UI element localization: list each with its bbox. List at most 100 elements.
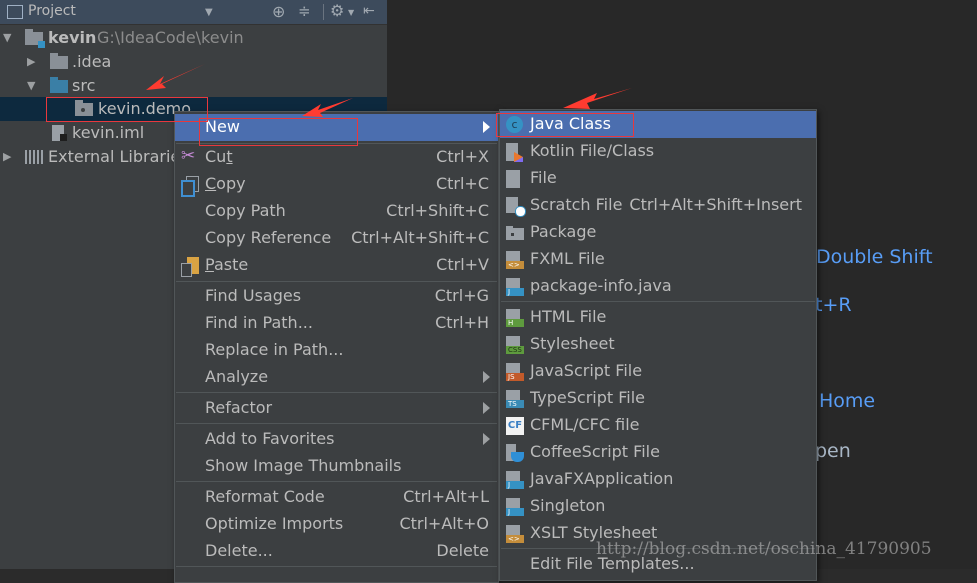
submenu-item-label: TypeScript File: [530, 388, 646, 407]
locate-icon[interactable]: ⊕: [272, 2, 285, 21]
menu-item-shortcut: Ctrl+Alt+L: [403, 487, 489, 506]
menu-item-find-in-path[interactable]: Find in Path... Ctrl+H: [175, 310, 498, 337]
menu-item-paste[interactable]: Paste Ctrl+V: [175, 252, 498, 279]
submenu-item-stylesheet[interactable]: CSS Stylesheet: [500, 331, 816, 358]
submenu-item-label: CoffeeScript File: [530, 442, 660, 461]
submenu-item-label: JavaFXApplication: [530, 469, 674, 488]
submenu-item-fxml[interactable]: <> FXML File: [500, 246, 816, 273]
menu-item-refactor[interactable]: Refactor: [175, 395, 498, 422]
javafx-icon: J: [506, 471, 524, 489]
submenu-item-file[interactable]: File: [500, 165, 816, 192]
submenu-item-cfml[interactable]: CF CFML/CFC file: [500, 412, 816, 439]
new-submenu: c Java Class Kotlin File/Class File Scra…: [499, 109, 817, 581]
menu-item-cut[interactable]: ✂ Cut Ctrl+X: [175, 144, 498, 171]
menu-item-optimize-imports[interactable]: Optimize Imports Ctrl+Alt+O: [175, 511, 498, 538]
panel-title: Project: [28, 3, 76, 19]
menu-item-shortcut: Ctrl+Alt+O: [399, 514, 489, 533]
collapse-all-icon[interactable]: ≑: [298, 2, 311, 20]
mnemonic: t: [226, 147, 233, 166]
submenu-item-label: Stylesheet: [530, 334, 615, 353]
tree-item-idea[interactable]: ▶ .idea: [0, 50, 387, 74]
submenu-item-coffeescript[interactable]: CoffeeScript File: [500, 439, 816, 466]
menu-item-shortcut: Ctrl+C: [435, 174, 489, 193]
submenu-item-shortcut: Ctrl+Alt+Shift+Insert: [629, 195, 802, 214]
submenu-item-label: Kotlin File/Class: [530, 141, 655, 160]
menu-item-label: Find Usages: [205, 286, 302, 305]
submenu-item-label: Scratch File: [530, 195, 623, 214]
package-info-icon: J: [506, 278, 524, 296]
hint-navigation: Home: [819, 390, 876, 412]
menu-item-add-to-favorites[interactable]: Add to Favorites: [175, 426, 498, 453]
submenu-item-kotlin[interactable]: Kotlin File/Class: [500, 138, 816, 165]
expand-arrow-icon[interactable]: ▼: [27, 79, 35, 92]
iml-badge: [60, 134, 67, 141]
submenu-item-javascript[interactable]: JS JavaScript File: [500, 358, 816, 385]
submenu-item-singleton[interactable]: J Singleton: [500, 493, 816, 520]
xslt-file-icon: <>: [506, 525, 524, 543]
submenu-item-label: JavaScript File: [530, 361, 643, 380]
menu-item-label: Paste: [205, 255, 249, 274]
submenu-item-label: HTML File: [530, 307, 607, 326]
mnemonic: P: [205, 255, 214, 274]
menu-item-replace-in-path[interactable]: Replace in Path...: [175, 337, 498, 364]
css-file-icon: CSS: [506, 336, 524, 354]
menu-item-label: Replace in Path...: [205, 340, 344, 359]
menu-item-analyze[interactable]: Analyze: [175, 364, 498, 391]
menu-item-shortcut: Ctrl+Shift+C: [386, 201, 489, 220]
tree-item-label: .idea: [72, 52, 112, 71]
tree-item-label: External Libraries: [48, 147, 189, 166]
tree-item-label: kevin.iml: [72, 123, 145, 142]
submenu-item-java-class[interactable]: c Java Class: [500, 111, 816, 138]
menu-item-copy-path[interactable]: Copy Path Ctrl+Shift+C: [175, 198, 498, 225]
cut-icon: ✂: [181, 146, 196, 166]
menu-item-label: Copy Path: [205, 201, 286, 220]
tree-item-kevin[interactable]: ▼ kevin G:\IdeaCode\kevin: [0, 26, 387, 50]
kotlin-file-icon: [506, 143, 524, 162]
project-view-icon: [7, 5, 23, 19]
menu-item-shortcut: Ctrl+V: [436, 255, 489, 274]
tree-item-src[interactable]: ▼ src: [0, 74, 387, 98]
menu-item-label: New: [205, 117, 240, 136]
submenu-item-label: package-info.java: [530, 276, 672, 295]
menu-item-shortcut: Ctrl+Alt+Shift+C: [351, 228, 489, 247]
collapse-arrow-icon[interactable]: ▶: [3, 150, 11, 163]
submenu-item-scratch-file[interactable]: Scratch File Ctrl+Alt+Shift+Insert: [500, 192, 816, 219]
menu-item-show-image-thumbnails[interactable]: Show Image Thumbnails: [175, 453, 498, 480]
libraries-icon: [25, 150, 45, 164]
menu-item-reformat-code[interactable]: Reformat Code Ctrl+Alt+L: [175, 484, 498, 511]
expand-arrow-icon[interactable]: ▼: [3, 31, 11, 44]
view-dropdown-icon[interactable]: ▼: [205, 7, 213, 18]
module-badge-icon: [38, 41, 45, 48]
paste-icon: [181, 257, 199, 277]
menu-item-new[interactable]: New: [175, 114, 498, 141]
submenu-arrow-icon: [483, 371, 490, 383]
menu-item-copy[interactable]: Copy Ctrl+C: [175, 171, 498, 198]
file-icon: [506, 170, 524, 188]
hide-panel-icon[interactable]: ⇤: [363, 3, 375, 19]
coffeescript-file-icon: [506, 444, 524, 462]
collapse-arrow-icon[interactable]: ▶: [27, 55, 35, 68]
menu-item-delete[interactable]: Delete... Delete: [175, 538, 498, 565]
menu-item-shortcut: Ctrl+H: [435, 313, 489, 332]
menu-item-label: Copy: [205, 174, 246, 193]
scratch-file-icon: [506, 197, 526, 217]
copy-icon: [181, 176, 199, 197]
singleton-icon: J: [506, 498, 524, 516]
submenu-arrow-icon: [483, 402, 490, 414]
menu-item-copy-reference[interactable]: Copy Reference Ctrl+Alt+Shift+C: [175, 225, 498, 252]
submenu-item-package[interactable]: Package: [500, 219, 816, 246]
tree-item-path: G:\IdeaCode\kevin: [97, 28, 244, 47]
tree-item-label: src: [72, 76, 96, 95]
submenu-item-package-info[interactable]: J package-info.java: [500, 273, 816, 300]
toolbar-separator: [323, 4, 324, 20]
menu-item-label: Analyze: [205, 367, 269, 386]
submenu-item-html[interactable]: H HTML File: [500, 304, 816, 331]
submenu-item-javafx[interactable]: J JavaFXApplication: [500, 466, 816, 493]
java-class-icon: c: [506, 116, 523, 133]
html-file-icon: H: [506, 309, 524, 327]
menu-item-find-usages[interactable]: Find Usages Ctrl+G: [175, 283, 498, 310]
submenu-item-typescript[interactable]: TS TypeScript File: [500, 385, 816, 412]
gear-icon[interactable]: ⚙: [330, 1, 344, 20]
gear-dropdown-icon[interactable]: ▼: [348, 8, 354, 17]
submenu-item-label: CFML/CFC file: [530, 415, 640, 434]
